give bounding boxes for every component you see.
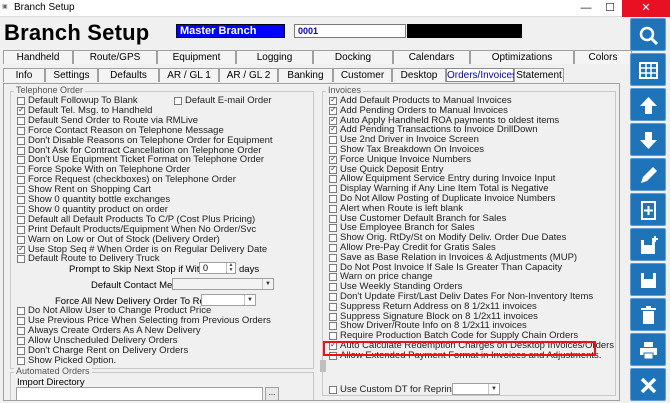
- invoices-label: Invoices: [326, 85, 364, 95]
- tab-ar-gl-1[interactable]: AR / GL 1: [159, 68, 219, 82]
- tab-banking[interactable]: Banking: [278, 68, 333, 82]
- close-button[interactable]: [630, 368, 666, 401]
- minimize-button[interactable]: —: [574, 0, 598, 17]
- grid-icon: [638, 62, 658, 79]
- delete-button[interactable]: [630, 298, 666, 331]
- use-custom-dt-checkbox[interactable]: Use Custom DT for Reprint: [329, 385, 454, 395]
- new-document-button[interactable]: [630, 193, 666, 226]
- tab-route-gps[interactable]: Route/GPS: [73, 50, 157, 64]
- new-document-icon: [640, 201, 656, 220]
- print-icon: [639, 342, 657, 360]
- print-button[interactable]: [630, 333, 666, 366]
- browse-button[interactable]: ...: [265, 387, 279, 401]
- tab-row-2: Info Settings Defaults AR / GL 1 AR / GL 2 Ba…: [3, 68, 564, 82]
- tab-ar-gl-2[interactable]: AR / GL 2: [219, 68, 278, 82]
- chevron-down-icon: ▼: [262, 279, 273, 289]
- default-contact-message-select[interactable]: ▼: [172, 278, 274, 290]
- branch-number-field[interactable]: 0001: [294, 24, 406, 38]
- option-checkbox[interactable]: Show Picked Option.: [17, 355, 116, 366]
- delete-icon: [640, 306, 656, 324]
- import-directory-input[interactable]: [16, 387, 263, 401]
- chevron-down-icon: ▼: [244, 295, 255, 305]
- arrow-up-button[interactable]: [630, 88, 666, 121]
- telephone-order-label: Telephone Order: [14, 85, 86, 95]
- save-button[interactable]: [630, 263, 666, 296]
- edit-icon: [640, 167, 657, 183]
- tab-docking[interactable]: Docking: [313, 50, 393, 64]
- grid-button[interactable]: [630, 53, 666, 86]
- page-title: Branch Setup: [4, 20, 150, 45]
- branch-name-field[interactable]: Master Branch: [176, 24, 285, 38]
- tab-handheld[interactable]: Handheld: [3, 50, 73, 64]
- tab-orders-invoices[interactable]: Orders/Invoices: [446, 68, 517, 82]
- prompt-skip-days-stepper[interactable]: 0 ▲ ▼: [199, 262, 236, 274]
- action-sidebar: [628, 18, 670, 403]
- tab-statement[interactable]: Statement: [514, 68, 564, 82]
- tab-settings[interactable]: Settings: [45, 68, 98, 82]
- scrollbar-thumb[interactable]: [320, 360, 326, 372]
- prompt-skip-label: Prompt to Skip Next Stop if Within: [69, 264, 213, 275]
- tab-desktop[interactable]: Desktop: [392, 68, 446, 82]
- tab-row-1: Handheld Route/GPS Equipment Logging Docking…: [3, 50, 632, 64]
- arrow-down-icon: [639, 132, 657, 149]
- prompt-skip-units: days: [239, 264, 260, 275]
- tab-defaults[interactable]: Defaults: [98, 68, 159, 82]
- search-icon: [639, 26, 658, 46]
- chevron-down-icon: ▼: [488, 384, 499, 394]
- tab-logging[interactable]: Logging: [236, 50, 313, 64]
- automated-orders-label: Automated Orders: [14, 366, 92, 376]
- save-icon: [640, 273, 656, 288]
- tab-equipment[interactable]: Equipment: [157, 50, 236, 64]
- tab-customer[interactable]: Customer: [333, 68, 392, 82]
- title-bar: ▣ Branch Setup — ☐ ✕: [0, 0, 670, 17]
- save-new-icon: [640, 236, 658, 254]
- save-new-button[interactable]: [630, 228, 666, 261]
- tab-calendars[interactable]: Calendars: [393, 50, 470, 64]
- window-close-button[interactable]: ✕: [622, 0, 670, 17]
- edit-button[interactable]: [630, 158, 666, 191]
- maximize-button[interactable]: ☐: [598, 0, 622, 17]
- search-button[interactable]: [630, 18, 666, 51]
- arrow-up-icon: [639, 97, 657, 114]
- default-email-order-checkbox[interactable]: Default E-mail Order: [174, 96, 272, 106]
- window-title: Branch Setup: [14, 2, 75, 13]
- tab-info[interactable]: Info: [3, 68, 45, 82]
- tab-colors[interactable]: Colors: [574, 50, 632, 64]
- option-checkbox[interactable]: Default Route to Delivery Truck: [17, 254, 159, 264]
- custom-dt-select[interactable]: ▼: [452, 383, 500, 395]
- arrow-down-button[interactable]: [630, 123, 666, 156]
- tab-optimizations[interactable]: Optimizations: [470, 50, 574, 64]
- highlight-box: [323, 341, 596, 356]
- redacted-box: [407, 24, 522, 38]
- app-icon: ▣: [2, 4, 8, 10]
- close-icon: [640, 377, 656, 394]
